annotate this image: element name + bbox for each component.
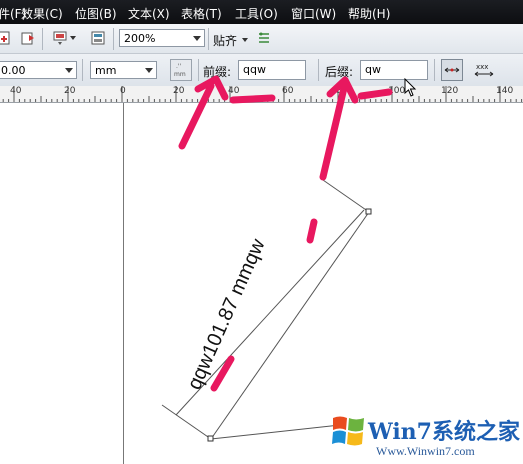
annotation-mark-prefix [210, 355, 235, 392]
watermark-url: Www.Winwin7.com [376, 444, 475, 458]
watermark-brand: Win7系统之家 [368, 419, 520, 445]
annotation-underline-suffix [357, 88, 393, 100]
watermark: Win7系统之家 Www.Winwin7.com [330, 408, 523, 464]
annotation-arrow-prefix [178, 82, 215, 150]
annotation-arrow-suffix [319, 84, 348, 181]
mouse-cursor-icon [404, 78, 417, 97]
annotation-underline-prefix [229, 94, 276, 104]
annotation-mark-suffix [306, 218, 318, 244]
windows-logo-icon [332, 416, 364, 446]
annotation-overlay [178, 75, 393, 392]
